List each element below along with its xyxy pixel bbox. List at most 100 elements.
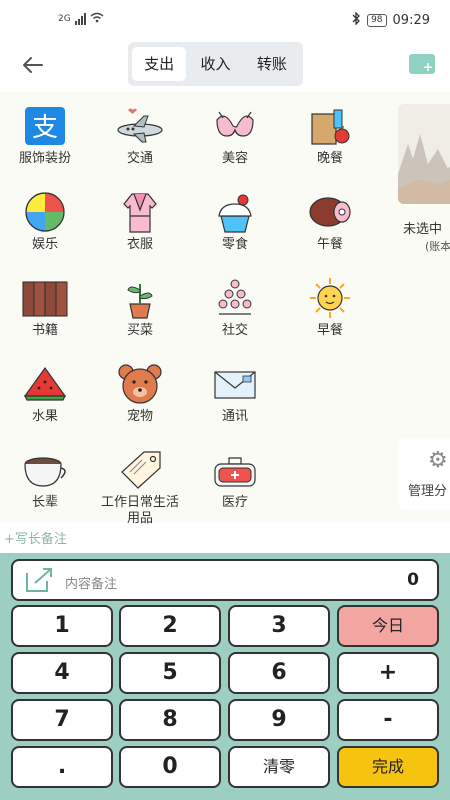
- category-label: 美容: [221, 151, 248, 166]
- key-8[interactable]: 8: [119, 699, 221, 741]
- tab-transfer[interactable]: 转账: [245, 47, 299, 81]
- back-arrow-icon[interactable]: [20, 52, 50, 78]
- beach-ball-icon: [19, 190, 71, 234]
- key-3[interactable]: 3: [228, 605, 330, 647]
- ledger-card-label: 未选中: [403, 222, 443, 237]
- status-bar: 2G 98 09:29: [0, 0, 450, 42]
- clock: 09:29: [392, 13, 430, 28]
- category-item[interactable]: 美容: [190, 104, 280, 184]
- category-item[interactable]: 买菜: [95, 276, 185, 356]
- status-right: 98 09:29: [352, 11, 430, 29]
- coffee-cup-icon: [19, 448, 71, 492]
- ledger-side-panel: 未选中 (账本 ⚙ 管理分: [395, 92, 450, 522]
- type-segmented-control: 支出 收入 转账: [128, 42, 303, 86]
- category-item[interactable]: 长辈: [0, 448, 90, 528]
- memo-placeholder: 内容备注: [65, 577, 118, 592]
- tab-expense[interactable]: 支出: [132, 47, 187, 81]
- key-7[interactable]: 7: [11, 699, 113, 741]
- key-5[interactable]: 5: [119, 652, 221, 694]
- number-keypad: 内容备注 0 1 2 3 今日 4 5 6 + 7 8 9 - . 0 清零 完…: [0, 553, 450, 800]
- category-label: 医疗: [221, 495, 248, 510]
- plus-icon: +: [422, 60, 433, 74]
- status-left: 2G: [58, 12, 104, 26]
- category-item[interactable]: 工作日常生活用品: [95, 448, 185, 528]
- category-label: 宠物: [126, 409, 153, 424]
- svg-text:支: 支: [32, 113, 58, 143]
- ledger-card-sublabel: (账本: [425, 240, 450, 253]
- watermelon-icon: [19, 362, 71, 406]
- clear-button[interactable]: 清零: [228, 746, 330, 788]
- category-label: 通讯: [221, 409, 248, 424]
- edit-icon: [25, 567, 55, 593]
- key-6[interactable]: 6: [228, 652, 330, 694]
- category-label: 水果: [31, 409, 58, 424]
- today-button[interactable]: 今日: [337, 605, 439, 647]
- key-4[interactable]: 4: [11, 652, 113, 694]
- envelope-icon: [209, 362, 261, 406]
- category-item[interactable]: 社交: [190, 276, 280, 356]
- category-label: 长辈: [31, 495, 58, 510]
- category-label: 零食: [221, 237, 248, 252]
- category-item[interactable]: 晚餐: [285, 104, 375, 184]
- category-label: 交通: [126, 151, 153, 166]
- bluetooth-icon: [352, 11, 361, 29]
- category-label: 服饰装扮: [18, 151, 71, 166]
- category-item[interactable]: 书籍: [0, 276, 90, 356]
- tab-income[interactable]: 收入: [188, 47, 242, 81]
- category-label: 工作日常生活用品: [100, 495, 179, 526]
- category-item[interactable]: 医疗: [190, 448, 280, 528]
- manage-categories-button[interactable]: ⚙ 管理分: [398, 438, 450, 510]
- minus-button[interactable]: -: [337, 699, 439, 741]
- books-icon: [19, 276, 71, 320]
- key-9[interactable]: 9: [228, 699, 330, 741]
- category-item[interactable]: 零食: [190, 190, 280, 270]
- category-label: 买菜: [126, 323, 153, 338]
- category-label: 社交: [221, 323, 248, 338]
- potted-plant-icon: [114, 276, 166, 320]
- category-label: 午餐: [316, 237, 343, 252]
- key-1[interactable]: 1: [11, 605, 113, 647]
- category-item[interactable]: 午餐: [285, 190, 375, 270]
- add-category-button[interactable]: +: [409, 54, 435, 74]
- grocery-bag-icon: [304, 104, 356, 148]
- bra-icon: [209, 104, 261, 148]
- category-grid: 支 服饰装扮 交通 美容 晚餐 娱乐 衣服 零食 午餐 书籍 买菜 社交 早餐 …: [0, 92, 395, 526]
- category-item[interactable]: 支 服饰装扮: [0, 104, 90, 184]
- category-label: 娱乐: [31, 237, 58, 252]
- champagne-tower-icon: [209, 276, 261, 320]
- top-bar: 支出 收入 转账 +: [0, 42, 450, 92]
- key-decimal[interactable]: .: [11, 746, 113, 788]
- airplane-icon: [114, 104, 166, 148]
- ledger-card-image[interactable]: [398, 104, 450, 204]
- bear-icon: [114, 362, 166, 406]
- wifi-icon: [90, 12, 104, 26]
- signal-icon: [74, 13, 86, 25]
- manage-label: 管理分: [408, 484, 448, 499]
- category-item[interactable]: 通讯: [190, 362, 280, 442]
- gear-icon: ⚙: [428, 448, 448, 473]
- ham-icon: [304, 190, 356, 234]
- network-type: 2G: [58, 14, 71, 24]
- price-tag-icon: [114, 448, 166, 492]
- robe-icon: [114, 190, 166, 234]
- category-label: 衣服: [126, 237, 153, 252]
- memo-field[interactable]: 内容备注 0: [11, 559, 439, 601]
- amount-display: 0: [407, 570, 419, 590]
- sun-icon: [304, 276, 356, 320]
- plus-button[interactable]: +: [337, 652, 439, 694]
- alipay-icon: 支: [19, 104, 71, 148]
- write-long-note-link[interactable]: +写长备注: [4, 528, 67, 547]
- category-item[interactable]: 早餐: [285, 276, 375, 356]
- battery-indicator: 98: [367, 14, 387, 27]
- key-2[interactable]: 2: [119, 605, 221, 647]
- category-label: 书籍: [31, 323, 58, 338]
- cupcake-icon: [209, 190, 261, 234]
- category-item[interactable]: 衣服: [95, 190, 185, 270]
- category-item[interactable]: 水果: [0, 362, 90, 442]
- category-item[interactable]: 交通: [95, 104, 185, 184]
- category-item[interactable]: 娱乐: [0, 190, 90, 270]
- category-item[interactable]: 宠物: [95, 362, 185, 442]
- done-button[interactable]: 完成: [337, 746, 439, 788]
- key-0[interactable]: 0: [119, 746, 221, 788]
- medical-kit-icon: [209, 448, 261, 492]
